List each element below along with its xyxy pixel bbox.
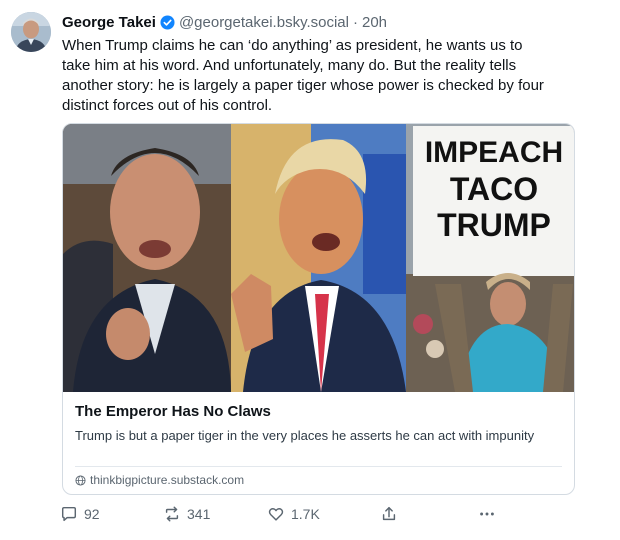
avatar-photo (11, 12, 51, 52)
reply-count: 92 (84, 506, 100, 522)
header-separator: · (352, 13, 358, 31)
reply-button[interactable]: 92 (60, 505, 100, 523)
link-card-divider (75, 466, 562, 467)
link-card-domain: thinkbigpicture.substack.com (90, 473, 245, 487)
post-text: When Trump claims he can ‘do anything’ a… (62, 37, 544, 114)
like-button[interactable]: 1.7K (267, 505, 320, 523)
globe-icon (75, 474, 86, 486)
sign-line-3: TRUMP (437, 207, 551, 243)
sign-line-1: IMPEACH (425, 136, 563, 169)
sign-line-2: TACO (450, 171, 538, 207)
ellipsis-icon (480, 512, 494, 516)
author-handle[interactable]: @georgetakei.bsky.social (179, 14, 349, 31)
avatar[interactable] (11, 12, 51, 52)
share-upload-icon (382, 506, 396, 521)
author-name[interactable]: George Takei (62, 14, 156, 31)
link-card-image: IMPEACH TACO TRUMP (63, 124, 574, 392)
post-header: George Takei @georgetakei.bsky.social · … (62, 12, 580, 32)
verified-badge-icon (160, 14, 175, 30)
share-button[interactable] (380, 505, 404, 523)
like-count: 1.7K (291, 506, 320, 522)
repost-arrows-icon (165, 506, 179, 522)
link-card-title[interactable]: The Emperor Has No Claws (75, 403, 271, 420)
more-options-button[interactable] (478, 505, 502, 523)
repost-button[interactable]: 341 (163, 505, 210, 523)
speech-bubble-icon (61, 506, 77, 522)
heart-icon (268, 507, 284, 521)
link-card-description: Trump is but a paper tiger in the very p… (75, 428, 535, 443)
post-timestamp[interactable]: 20h (362, 14, 387, 31)
post-card[interactable]: George Takei @georgetakei.bsky.social · … (0, 0, 620, 540)
action-bar: 92 341 1.7K (60, 505, 500, 527)
repost-count: 341 (187, 506, 211, 522)
link-card-domain-row: thinkbigpicture.substack.com (75, 473, 244, 487)
link-card[interactable]: IMPEACH TACO TRUMP The Emperor Has No Cl… (62, 123, 575, 495)
